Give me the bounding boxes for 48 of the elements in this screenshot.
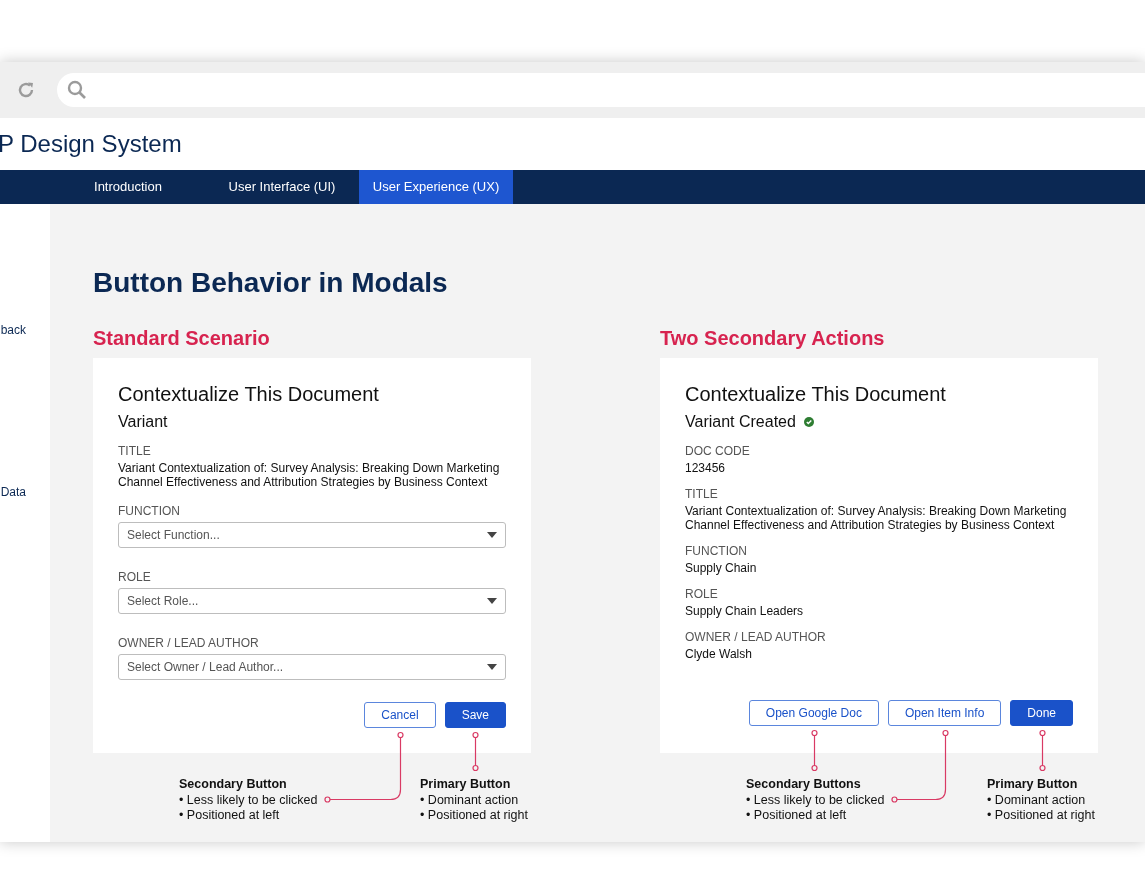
field-value: Variant Contextualization of: Survey Analysis: Breaking Down Marketing Channel Effectiveness and Attribution Strategies by Business Context	[685, 504, 1068, 532]
annotation-bullet: • Positioned at right	[420, 808, 528, 822]
annotation-title: Secondary Button	[179, 777, 288, 793]
annotation-title: Primary Button	[420, 777, 512, 793]
nav-tab[interactable]: User Experience (UX)	[359, 170, 513, 204]
sidebar-link[interactable]: back	[0, 323, 50, 337]
page-heading: Button Behavior in Modals	[93, 266, 449, 300]
secondary-button[interactable]: Open Google Doc	[748, 700, 879, 726]
secondary-button[interactable]: Cancel	[364, 702, 436, 728]
field-label: ROLE	[685, 587, 719, 601]
select-field[interactable]: Select Owner / Lead Author...	[118, 654, 506, 680]
field-value: Variant Contextualization of: Survey Analysis: Breaking Down Marketing Channel Effectiveness and Attribution Strategies by Business Context	[118, 461, 501, 489]
modal-subtitle: Variant Created	[685, 412, 796, 432]
field-value: 123456	[685, 461, 727, 475]
field-label: TITLE	[685, 487, 719, 501]
annotation-bullet: • Positioned at left	[179, 808, 280, 822]
field-value: Clyde Walsh	[685, 647, 753, 661]
primary-button[interactable]: Save	[444, 702, 506, 728]
annotation-bullet: • Dominant action	[420, 792, 519, 807]
annotation-bullet: • Positioned at left	[746, 808, 847, 822]
annotation-bullet: • Positioned at right	[987, 808, 1095, 822]
field-label: TITLE	[118, 444, 152, 458]
annotation-title: Secondary Buttons	[746, 777, 862, 793]
field-label: OWNER / LEAD AUTHOR	[118, 636, 260, 650]
select-field[interactable]: Select Function...	[118, 522, 506, 548]
field-label: OWNER / LEAD AUTHOR	[685, 630, 827, 644]
select-field[interactable]: Select Role...	[118, 588, 506, 614]
field-value: Supply Chain Leaders	[685, 604, 805, 618]
field-label: ROLE	[118, 570, 152, 584]
modal-subtitle: Variant	[118, 412, 168, 432]
annotation-bullet: • Less likely to be clicked	[179, 792, 318, 807]
field-label: DOC CODE	[685, 444, 751, 458]
annotation-title: Primary Button	[987, 777, 1079, 793]
field-label: FUNCTION	[118, 504, 181, 518]
section-heading: Two Secondary Actions	[660, 326, 886, 350]
nav-tab[interactable]: Introduction	[51, 170, 205, 204]
modal-title: Contextualize This Document	[685, 382, 947, 406]
field-label: FUNCTION	[685, 544, 748, 558]
annotation-bullet: • Less likely to be clicked	[746, 792, 885, 807]
section-heading: Standard Scenario	[93, 326, 271, 350]
site-title: P Design System	[0, 129, 182, 159]
primary-button[interactable]: Done	[1010, 700, 1073, 726]
secondary-button[interactable]: Open Item Info	[887, 700, 1002, 726]
modal-title: Contextualize This Document	[118, 382, 380, 406]
sidebar-link[interactable]: Data	[0, 485, 50, 499]
annotation-bullet: • Dominant action	[987, 792, 1086, 807]
field-value: Supply Chain	[685, 561, 758, 575]
nav-tab[interactable]: User Interface (UI)	[205, 170, 359, 204]
